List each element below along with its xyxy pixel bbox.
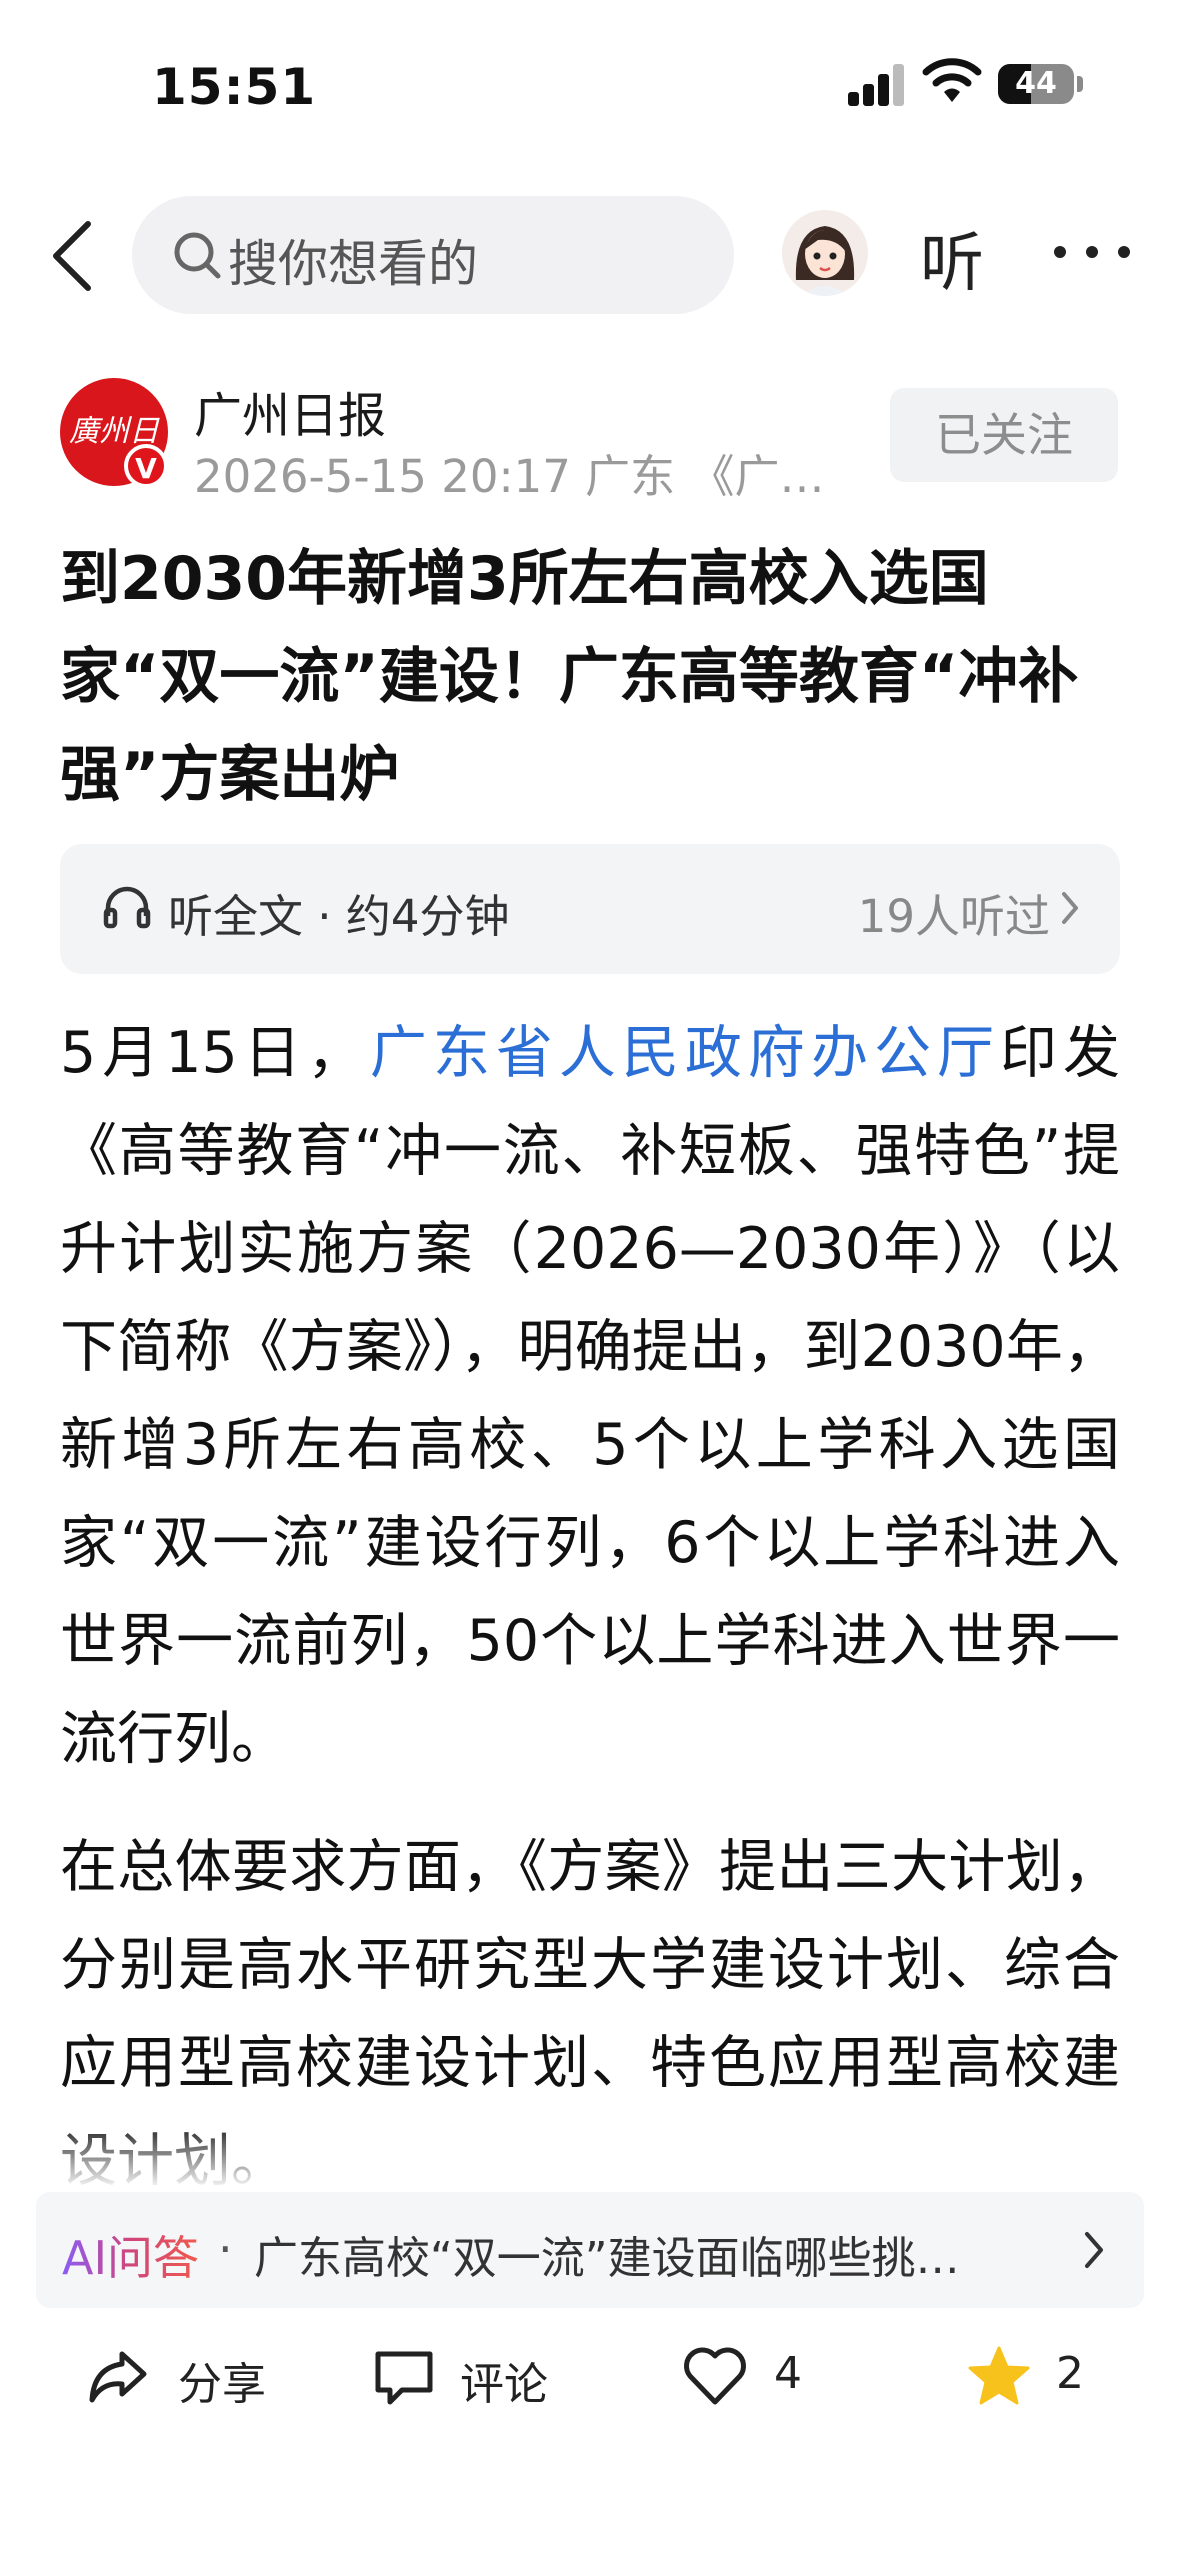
battery-cap (1077, 76, 1083, 92)
agency-link[interactable]: 广东省人民政府办公厅 (370, 1020, 1000, 1086)
favorite-button[interactable]: 2 (966, 2344, 1096, 2414)
share-icon (89, 2351, 147, 2403)
heart-icon (684, 2347, 746, 2405)
avatar[interactable] (782, 210, 868, 296)
ai-qa-bar[interactable]: AI问答 · 广东高校“双一流”建设面临哪些挑… (36, 2192, 1144, 2308)
back-icon[interactable] (48, 220, 98, 292)
wifi-icon (922, 58, 982, 102)
favorite-count: 2 (1056, 2348, 1084, 2399)
battery-icon: 44 (998, 64, 1074, 104)
comment-icon (375, 2351, 433, 2405)
article-paragraph: 5月15日，广东省人民政府办公厅印发《高等教育“冲一流、补短板、强特色”提升计划… (60, 1004, 1120, 1788)
like-count: 4 (774, 2348, 802, 2399)
comment-label: 评论 (460, 2359, 548, 2410)
listen-count: 19人听过 (857, 890, 1050, 943)
like-button[interactable]: 4 (682, 2344, 812, 2414)
author-name[interactable]: 广州日报 (194, 376, 386, 446)
article-title: 到2030年新增3所左右高校入选国家“双一流”建设！广东高等教育“冲补强”方案出… (60, 544, 1079, 810)
chevron-right-icon (1085, 2232, 1103, 2268)
ai-qa-separator: · (218, 2222, 233, 2276)
author-meta: 2026-5-15 20:17 广东 《广… (194, 450, 825, 503)
share-label: 分享 (178, 2359, 266, 2410)
battery-level: 44 (1015, 66, 1057, 101)
signal-icon (848, 62, 906, 106)
follow-button[interactable]: 已关注 (890, 388, 1118, 482)
verified-badge-icon: V (124, 444, 168, 488)
search-input[interactable]: 搜你想看的 (132, 196, 734, 314)
share-button[interactable]: 分享 (86, 2344, 276, 2414)
more-icon[interactable] (1050, 232, 1134, 272)
chevron-right-icon (1062, 892, 1078, 924)
comment-button[interactable]: 评论 (372, 2344, 572, 2414)
ai-qa-question: 广东高校“双一流”建设面临哪些挑… (254, 2233, 960, 2284)
paragraph-text: 印发《高等教育“冲一流、补短板、强特色”提升计划实施方案（2026—2030年）… (60, 1020, 1121, 1772)
paragraph-text: 5月15日， (60, 1020, 370, 1086)
search-icon (174, 232, 221, 279)
listen-button[interactable]: 听 (920, 212, 984, 304)
ai-qa-label: AI问答 (62, 2222, 199, 2288)
listen-bar-label: 听全文 · 约4分钟 (168, 890, 510, 943)
content-fade (0, 2120, 1179, 2190)
search-placeholder: 搜你想看的 (228, 235, 478, 293)
star-icon (968, 2346, 1030, 2405)
headphone-icon (103, 886, 151, 929)
listen-full-text-bar[interactable]: 听全文 · 约4分钟 19人听过 (60, 844, 1120, 974)
status-time: 15:51 (152, 58, 317, 116)
